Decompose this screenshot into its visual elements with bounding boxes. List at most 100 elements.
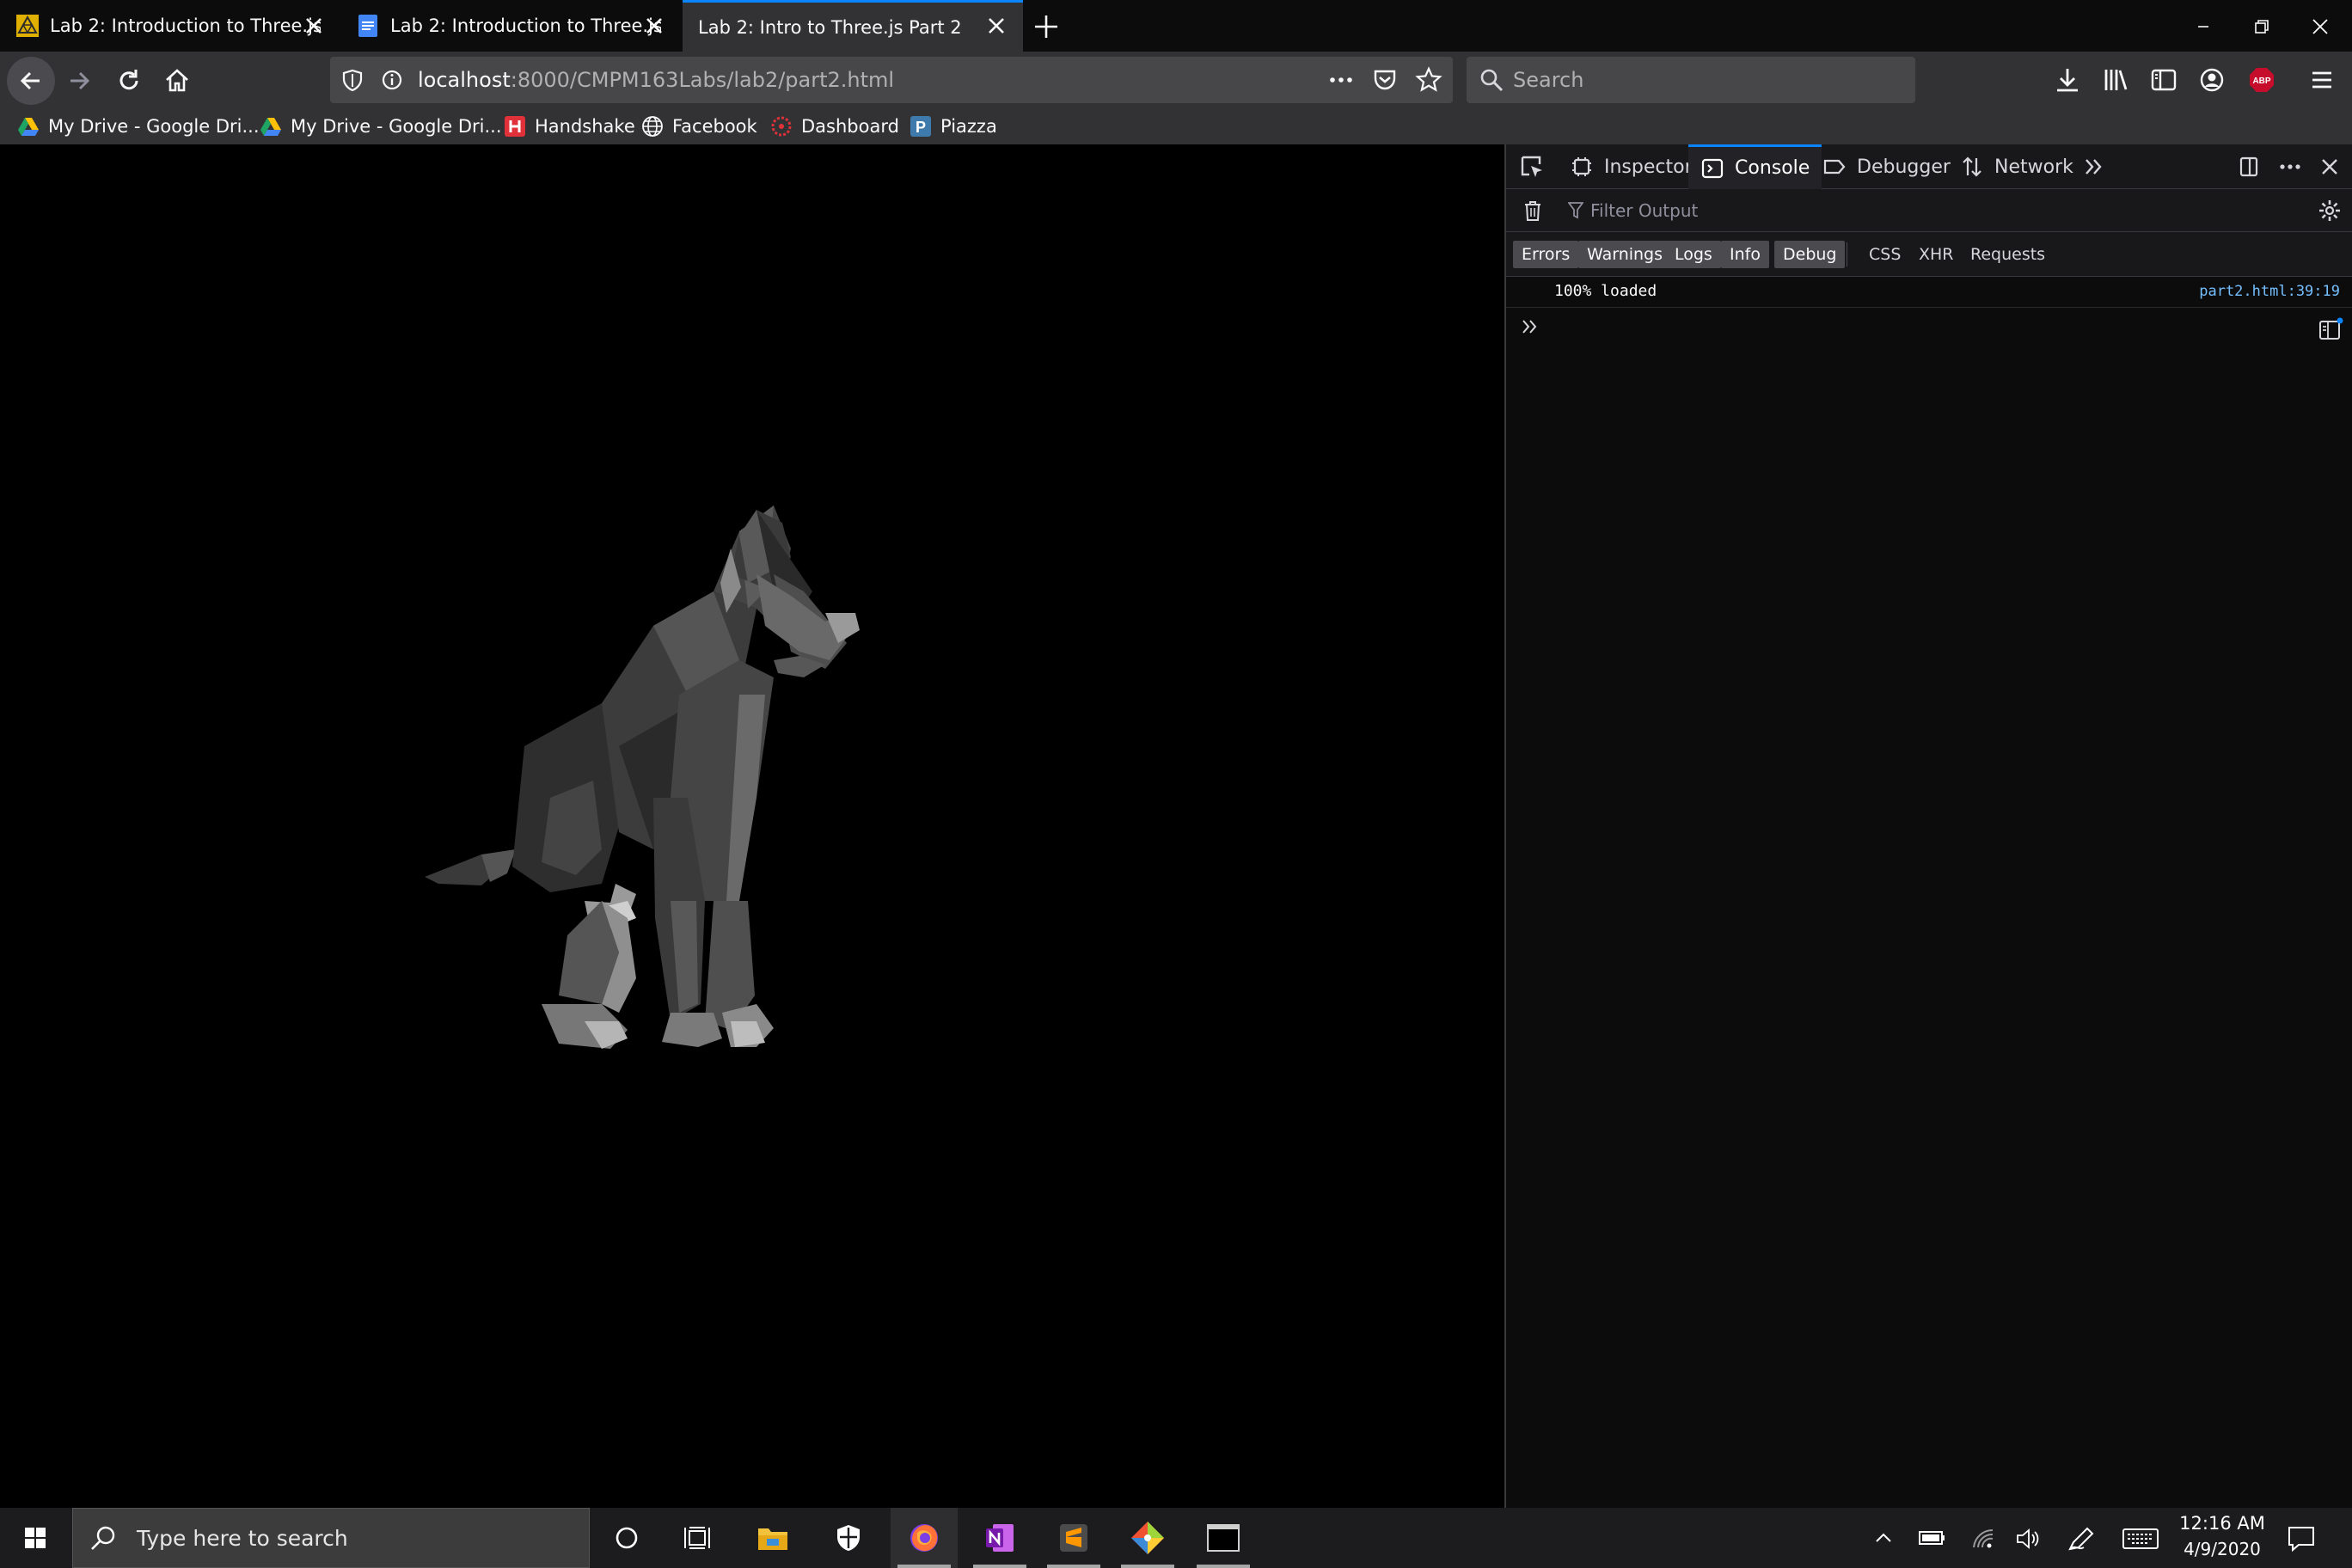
pocket-icon[interactable]: [1372, 67, 1398, 93]
devtools-close-icon[interactable]: [2318, 155, 2342, 179]
close-tab-icon[interactable]: [985, 15, 1008, 37]
app-menu-icon[interactable]: [2307, 65, 2337, 95]
split-console-editor-icon[interactable]: [2318, 316, 2343, 342]
action-center-notification-icon[interactable]: [2287, 1525, 2316, 1553]
tracking-shield-icon[interactable]: [340, 68, 364, 92]
threejs-canvas[interactable]: [0, 144, 1504, 1508]
filter-requests-button[interactable]: Requests: [1962, 241, 2054, 268]
clock-date: 4/9/2020: [2184, 1539, 2261, 1559]
inspector-icon: [1570, 155, 1594, 179]
devtools-tab-debugger[interactable]: Debugger: [1822, 144, 1951, 189]
devtools-tab-label: Network: [1994, 156, 2073, 178]
page-actions-icon[interactable]: [1327, 67, 1355, 93]
bookmark-star-icon[interactable]: [1415, 66, 1442, 94]
google-drive-icon: [260, 115, 282, 138]
bookmark-handshake[interactable]: Handshake: [504, 113, 635, 139]
firefox-taskbar-icon[interactable]: [891, 1508, 958, 1568]
cortana-icon[interactable]: [593, 1508, 660, 1568]
url-text[interactable]: localhost:8000/CMPM163Labs/lab2/part2.ht…: [418, 68, 894, 92]
new-tab-icon[interactable]: [1032, 12, 1061, 41]
tab-title: Lab 2: Intro to Three.js Part 2: [698, 16, 962, 38]
filter-debug-button[interactable]: Debug: [1774, 241, 1846, 268]
touch-keyboard-icon[interactable]: [2122, 1527, 2159, 1551]
window-close-icon[interactable]: [2306, 12, 2335, 41]
console-icon: [1700, 156, 1724, 181]
filter-xhr-button[interactable]: XHR: [1910, 241, 1963, 268]
console-level-filters: Errors Warnings Logs Info Debug CSS XHR …: [1506, 232, 2352, 277]
bookmark-google-drive-1[interactable]: My Drive - Google Dri...: [17, 113, 260, 139]
volume-icon[interactable]: [2015, 1527, 2041, 1551]
devtools-tab-label: Inspector: [1604, 156, 1693, 178]
show-hidden-icons-chevron-icon[interactable]: [1872, 1527, 1895, 1549]
url-bar[interactable]: localhost:8000/CMPM163Labs/lab2/part2.ht…: [330, 57, 1453, 103]
filter-placeholder: Filter Output: [1590, 200, 1699, 221]
tab-lab2-intro-threejs-1[interactable]: Lab 2: Introduction to Three.js: [0, 0, 340, 52]
bookmark-google-drive-2[interactable]: My Drive - Google Dri...: [260, 113, 502, 139]
account-icon[interactable]: [2197, 65, 2226, 95]
page-viewport[interactable]: [0, 144, 1504, 1508]
close-tab-icon[interactable]: [303, 15, 325, 37]
devtools-tab-network[interactable]: Network: [1960, 144, 2073, 189]
more-tools-chevron-icon[interactable]: [2082, 155, 2106, 179]
bookmarks-toolbar: My Drive - Google Dri... My Drive - Goog…: [0, 108, 2352, 144]
bookmark-label: Piazza: [940, 116, 997, 137]
dashboard-icon: [770, 115, 793, 138]
site-info-icon[interactable]: [380, 68, 404, 92]
minimize-icon[interactable]: [2189, 12, 2218, 41]
devtools-menu-icon[interactable]: [2278, 155, 2302, 179]
devtools-tab-inspector[interactable]: Inspector: [1570, 144, 1693, 189]
filter-info-button[interactable]: Info: [1721, 241, 1769, 268]
filter-funnel-icon: [1568, 201, 1583, 220]
filter-logs-button[interactable]: Logs: [1666, 241, 1721, 268]
bookmark-label: My Drive - Google Dri...: [48, 116, 260, 137]
battery-icon[interactable]: [1917, 1527, 1946, 1549]
close-tab-icon[interactable]: [643, 15, 665, 37]
filter-css-button[interactable]: CSS: [1860, 241, 1909, 268]
back-button[interactable]: [7, 57, 55, 105]
bookmark-label: Dashboard: [801, 116, 899, 137]
home-button[interactable]: [156, 60, 198, 101]
google-docs-icon: [356, 14, 380, 38]
reload-button[interactable]: [108, 60, 150, 101]
console-settings-gear-icon[interactable]: [2318, 199, 2342, 223]
tab-lab2-part2[interactable]: Lab 2: Intro to Three.js Part 2: [683, 0, 1023, 52]
tab-lab2-intro-threejs-2[interactable]: Lab 2: Introduction to Three.js: [340, 0, 681, 52]
svg-text:P: P: [916, 119, 926, 136]
library-icon[interactable]: [2101, 65, 2130, 95]
bookmark-facebook[interactable]: Facebook: [641, 113, 757, 139]
filter-output-input[interactable]: Filter Output: [1568, 198, 2084, 224]
downloads-icon[interactable]: [2053, 65, 2082, 95]
clear-console-trash-icon[interactable]: [1522, 199, 1544, 222]
sublime-text-icon[interactable]: [1040, 1508, 1107, 1568]
dock-side-icon[interactable]: [2237, 155, 2261, 179]
search-bar[interactable]: Search: [1467, 57, 1915, 103]
file-explorer-icon[interactable]: [739, 1508, 806, 1568]
bookmark-piazza[interactable]: P Piazza: [910, 113, 997, 139]
filter-warnings-button[interactable]: Warnings: [1578, 241, 1672, 268]
adblock-plus-icon[interactable]: ABP: [2247, 65, 2276, 95]
pen-workspace-icon[interactable]: [2067, 1525, 2096, 1553]
forward-button[interactable]: [58, 60, 100, 101]
bookmark-dashboard[interactable]: Dashboard: [770, 113, 899, 139]
wifi-icon[interactable]: [1970, 1527, 1996, 1551]
git-gui-icon[interactable]: [1114, 1508, 1181, 1568]
clock-time: 12:16 AM: [2179, 1513, 2265, 1534]
command-prompt-icon[interactable]: [1190, 1508, 1257, 1568]
filter-errors-button[interactable]: Errors: [1513, 241, 1579, 268]
console-filter-bar: Filter Output: [1506, 189, 2352, 232]
console-input-prompt-icon[interactable]: [1520, 316, 1540, 337]
globe-icon: [641, 115, 664, 138]
tab-title: Lab 2: Introduction to Three.js: [50, 15, 321, 36]
windows-security-shield-icon[interactable]: [815, 1508, 882, 1568]
handshake-icon: [504, 115, 526, 138]
restore-icon[interactable]: [2247, 12, 2276, 41]
task-view-icon[interactable]: [664, 1508, 731, 1568]
windows-start-icon[interactable]: [2, 1508, 69, 1568]
system-clock[interactable]: 12:16 AM 4/9/2020: [2166, 1513, 2278, 1559]
devtools-tab-console[interactable]: Console: [1688, 144, 1822, 189]
onenote-icon[interactable]: [966, 1508, 1033, 1568]
console-message-source-link[interactable]: part2.html:39:19: [2199, 283, 2340, 300]
element-picker-icon[interactable]: [1518, 153, 1546, 181]
sidebar-toggle-icon[interactable]: [2149, 65, 2178, 95]
taskbar-search-box[interactable]: Type here to search: [72, 1508, 590, 1568]
